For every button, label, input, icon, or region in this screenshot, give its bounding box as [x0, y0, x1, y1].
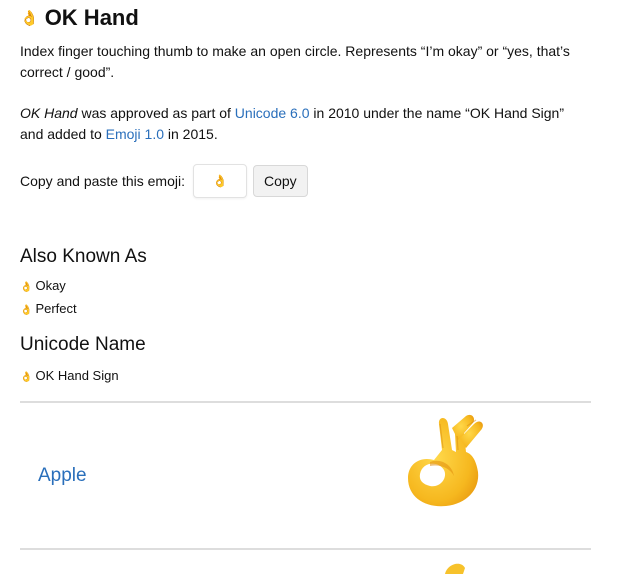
history-text-1: was approved as part of: [77, 105, 235, 121]
alias-label: Okay: [35, 278, 66, 293]
ok-hand-emoji-image: [408, 414, 483, 507]
unicode-version-link[interactable]: Unicode 6.0: [235, 105, 310, 121]
emoji-version-link[interactable]: Emoji 1.0: [106, 126, 164, 142]
unicode-name-label: OK Hand Sign: [35, 368, 119, 383]
ok-hand-icon: 👌: [20, 372, 33, 383]
vendor-apple-link[interactable]: Apple: [38, 465, 87, 487]
ok-hand-icon: 👌: [20, 10, 39, 27]
unicode-name-list: 👌 OK Hand Sign: [20, 365, 119, 388]
also-known-as-heading: Also Known As: [20, 246, 147, 267]
history-text-3: in 2015.: [164, 126, 218, 142]
emoji-copy-field[interactable]: 👌: [192, 164, 247, 198]
ok-hand-icon: 👌: [20, 282, 33, 293]
emoji-page: 👌 OK Hand Index finger touching thumb to …: [0, 0, 618, 574]
copy-button[interactable]: Copy: [252, 165, 308, 197]
list-item: 👌 Perfect: [20, 298, 77, 321]
page-title-text: OK Hand: [44, 5, 139, 30]
also-known-as-list: 👌 Okay 👌 Perfect: [20, 275, 77, 321]
emoji-description: Index finger touching thumb to make an o…: [20, 43, 570, 80]
emoji-name-italic: OK Hand: [20, 105, 78, 121]
ok-hand-icon: 👌: [20, 305, 33, 316]
alias-label: Perfect: [35, 301, 77, 316]
unicode-name-heading: Unicode Name: [20, 334, 146, 355]
divider: [20, 548, 591, 550]
copy-label: Copy and paste this emoji:: [20, 173, 185, 189]
copy-emoji-row: Copy and paste this emoji: 👌 Copy: [20, 164, 308, 198]
page-title: 👌 OK Hand: [20, 4, 139, 33]
divider: [20, 401, 591, 403]
ok-hand-emoji-image: [445, 563, 465, 574]
emoji-history: OK Hand was approved as part of Unicode …: [20, 103, 580, 145]
list-item: 👌 Okay: [20, 275, 77, 298]
list-item: 👌 OK Hand Sign: [20, 365, 119, 388]
